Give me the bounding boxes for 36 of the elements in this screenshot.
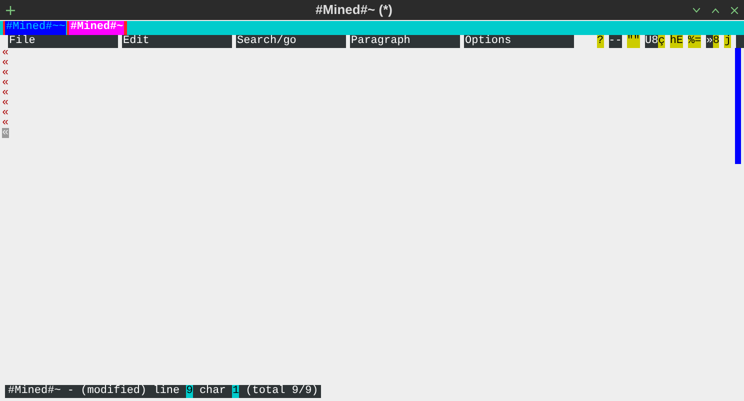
close-icon[interactable] bbox=[731, 6, 738, 14]
status-text: char bbox=[198, 385, 227, 398]
status-flag[interactable]: -- bbox=[608, 35, 622, 48]
status-flag[interactable]: hE bbox=[670, 35, 684, 48]
line-end-marker: « bbox=[2, 98, 9, 108]
line-end-marker: « bbox=[2, 58, 9, 68]
plus-icon[interactable] bbox=[6, 6, 15, 14]
window-title: #Mined#~ (*) bbox=[316, 1, 392, 20]
maximize-icon[interactable] bbox=[712, 8, 719, 12]
menu-item[interactable]: Paragraph bbox=[350, 35, 460, 48]
scrollbar-thumb[interactable] bbox=[735, 48, 741, 164]
status-flag[interactable]: ç bbox=[658, 35, 665, 48]
line-end-marker: « bbox=[2, 48, 9, 58]
menu-item[interactable]: File bbox=[8, 35, 118, 48]
status-flag[interactable]: » bbox=[706, 35, 713, 48]
status-text: #Mined#~ - (modified) line bbox=[8, 385, 181, 398]
line-end-marker: « bbox=[2, 78, 9, 88]
status-flag[interactable]: j bbox=[724, 35, 732, 48]
text-cursor: « bbox=[2, 128, 9, 138]
menu-item[interactable]: Search/go bbox=[236, 35, 346, 48]
status-value: 1 bbox=[232, 385, 240, 398]
status-flag[interactable]: U8 bbox=[645, 35, 658, 48]
status-flag[interactable]: "" bbox=[626, 35, 640, 48]
status-value: 9 bbox=[186, 385, 193, 398]
status-text: (total 9/9) bbox=[244, 385, 318, 398]
line-end-marker: « bbox=[2, 68, 9, 78]
minimize-icon[interactable] bbox=[693, 8, 700, 12]
menu-item[interactable]: Edit bbox=[122, 35, 232, 48]
line-end-marker: « bbox=[2, 118, 9, 128]
line-end-marker: « bbox=[2, 88, 9, 98]
status-flag[interactable]: %= bbox=[688, 35, 702, 48]
menu-bar-end bbox=[736, 35, 744, 48]
status-flag[interactable]: ? bbox=[597, 35, 604, 48]
file-tab[interactable]: #Mined#~~ bbox=[5, 21, 66, 35]
line-end-marker: « bbox=[2, 108, 9, 118]
menu-item[interactable]: Options bbox=[464, 35, 574, 48]
